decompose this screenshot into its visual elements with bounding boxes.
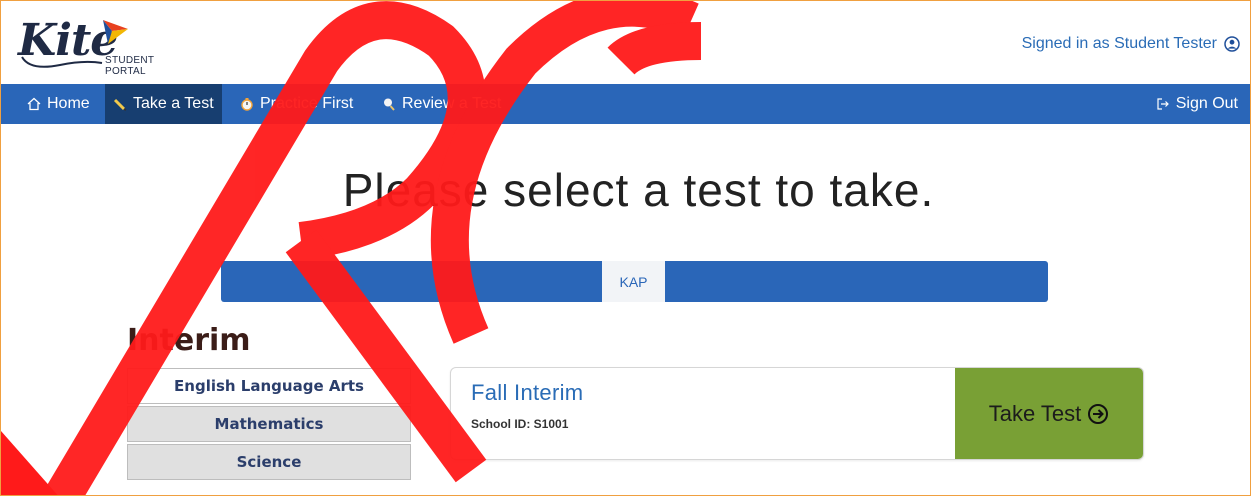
subject-mathematics[interactable]: Mathematics [127, 406, 411, 442]
main-nav: Home Take a Test Practice First Review a… [1, 84, 1250, 124]
signed-in-user[interactable]: Signed in as Student Tester [1022, 35, 1240, 53]
user-circle-icon [1224, 36, 1240, 52]
subject-science[interactable]: Science [127, 444, 411, 480]
kite-logo[interactable]: Kite STUDENT PORTAL [18, 15, 198, 77]
take-test-button[interactable]: Take Test [955, 368, 1143, 459]
subject-english-language-arts[interactable]: English Language Arts [127, 368, 411, 404]
section-heading: Interim [127, 323, 251, 358]
page-title: Please select a test to take. [342, 164, 935, 216]
tab-kap[interactable]: KAP [602, 261, 665, 302]
sign-out-icon [1157, 98, 1169, 110]
circle-arrow-right-icon [1088, 403, 1109, 424]
nav-review-a-test[interactable]: Review a Test [382, 84, 501, 124]
program-tab-bar: KAP [221, 261, 1048, 302]
signed-in-text: Signed in as Student Tester [1021, 35, 1217, 52]
logo-subtitle: STUDENT PORTAL [105, 55, 155, 77]
kite-icon [103, 20, 128, 44]
nav-home-label: Home [47, 95, 90, 112]
subject-list: English Language Arts Mathematics Scienc… [127, 368, 411, 482]
sign-out-label: Sign Out [1175, 95, 1238, 112]
nav-review-a-test-label: Review a Test [402, 95, 502, 112]
nav-home[interactable]: Home [27, 84, 90, 124]
test-card: Fall Interim School ID: S1001 Take Test [450, 367, 1144, 460]
sign-out-button[interactable]: Sign Out [1156, 84, 1238, 124]
header: Kite STUDENT PORTAL Signed in as Student… [1, 1, 1250, 84]
home-icon [27, 97, 41, 111]
school-id: School ID: S1001 [471, 417, 569, 431]
pencil-icon [113, 98, 127, 111]
nav-practice-first[interactable]: Practice First [240, 84, 353, 124]
nav-practice-first-label: Practice First [260, 95, 354, 112]
magnifier-icon [384, 98, 395, 111]
test-name: Fall Interim [471, 380, 584, 405]
take-test-label: Take Test [988, 400, 1082, 426]
page-frame: Kite STUDENT PORTAL Signed in as Student… [0, 0, 1251, 496]
nav-take-a-test[interactable]: Take a Test [105, 84, 222, 124]
stopwatch-icon [241, 98, 253, 111]
logo-swoosh [21, 56, 103, 68]
nav-take-a-test-label: Take a Test [133, 95, 214, 112]
